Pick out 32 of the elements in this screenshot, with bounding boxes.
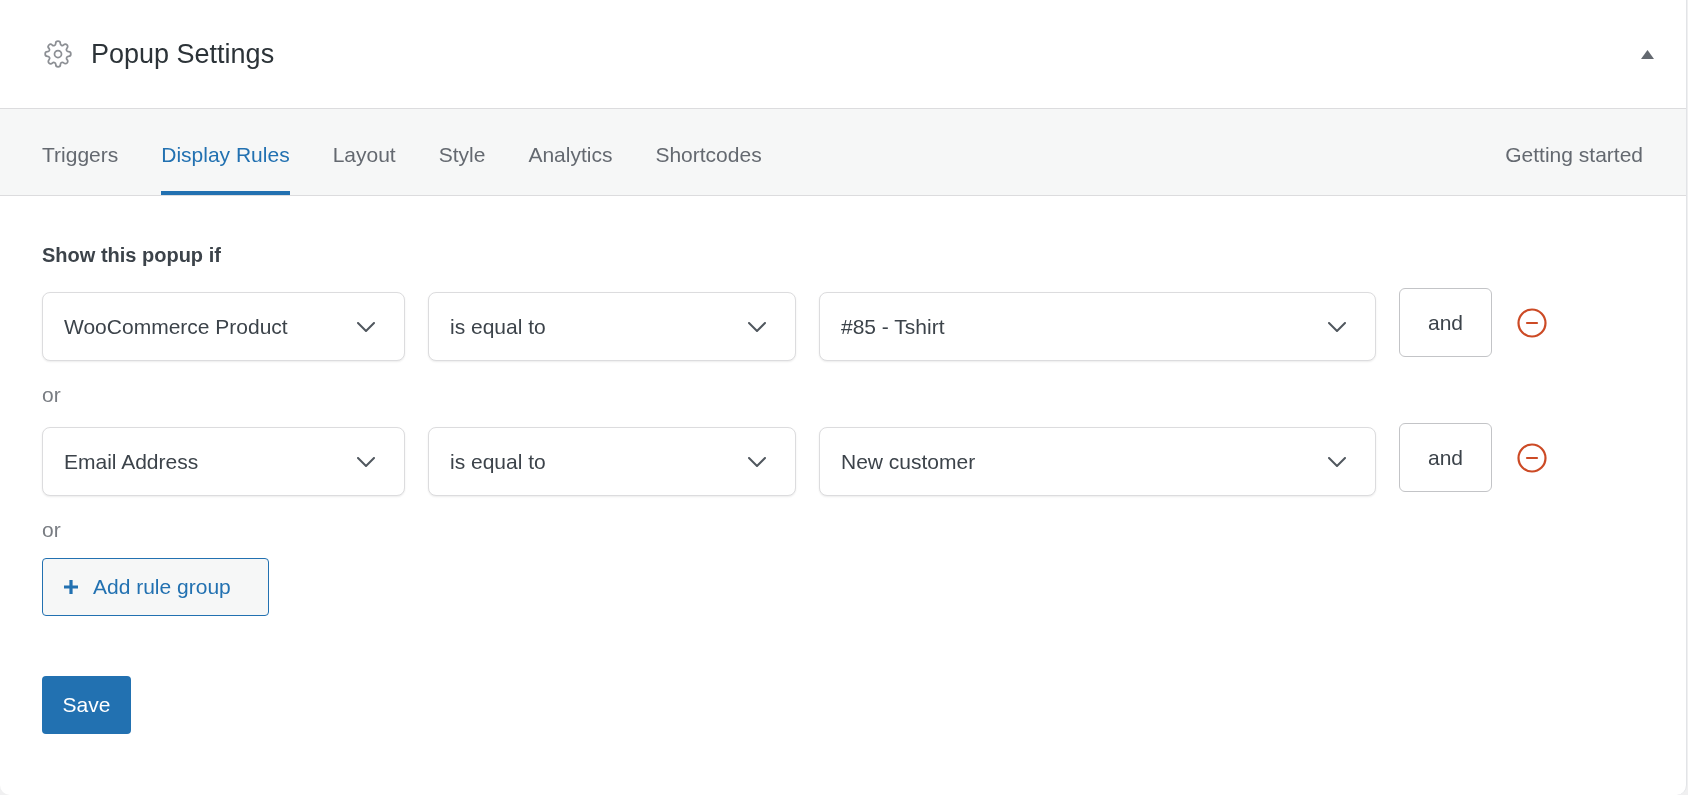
operator-select[interactable]: is equal to [428,427,796,496]
and-button[interactable]: and [1399,288,1492,357]
tab[interactable]: Style [438,109,486,195]
getting-started-link[interactable]: Getting started [1505,133,1643,171]
and-button[interactable]: and [1399,423,1492,492]
tab[interactable]: Shortcodes [655,109,762,195]
or-label: or [42,518,61,542]
value-select[interactable]: New customer [819,427,1376,496]
rules-heading: Show this popup if [42,243,221,267]
tab[interactable]: Analytics [528,109,613,195]
condition-select[interactable]: WooCommerce Product [42,292,405,361]
operator-select[interactable]: is equal to [428,292,796,361]
chevron-down-icon [1328,456,1346,467]
add-rule-group-button[interactable]: Add rule group [42,558,269,616]
value-select[interactable]: #85 - Tshirt [819,292,1376,361]
minus-circle-icon[interactable] [1517,308,1547,338]
or-label: or [42,383,61,407]
gear-icon [44,40,72,68]
chevron-down-icon [748,456,766,467]
tab[interactable]: Triggers [42,109,119,195]
panel-title: Popup Settings [91,40,275,68]
save-button[interactable]: Save [42,676,131,734]
chevron-down-icon [357,456,375,467]
chevron-down-icon [1328,321,1346,332]
condition-select[interactable]: Email Address [42,427,405,496]
plus-icon [63,579,79,595]
tab[interactable]: Layout [332,109,396,195]
minus-circle-icon[interactable] [1517,443,1547,473]
chevron-down-icon [357,321,375,332]
tab[interactable]: Display Rules [161,109,290,195]
caret-up-icon[interactable] [1641,49,1654,59]
chevron-down-icon [748,321,766,332]
